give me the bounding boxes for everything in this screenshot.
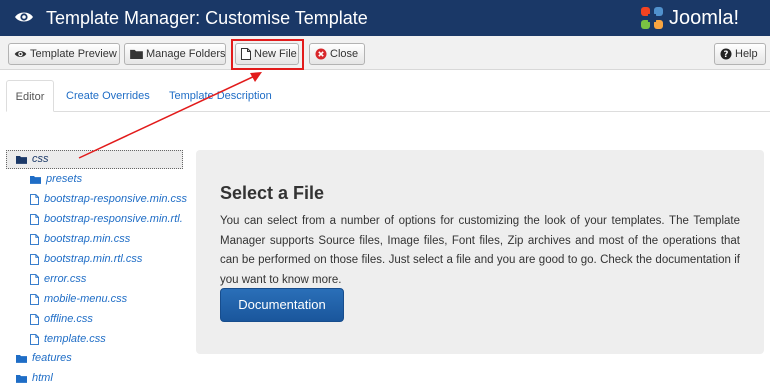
tree-file[interactable]: template.css: [30, 331, 106, 347]
tree-folder-presets[interactable]: presets: [30, 171, 82, 187]
toolbar: Template Preview Manage Folders New File…: [0, 36, 770, 70]
file-icon: [30, 253, 39, 265]
close-circle-icon: [315, 48, 327, 60]
file-icon: [30, 193, 39, 205]
help-button[interactable]: ? Help: [714, 43, 766, 65]
manage-folders-label: Manage Folders: [146, 48, 226, 60]
panel-heading: Select a File: [220, 183, 325, 203]
close-label: Close: [330, 48, 359, 60]
tab-create-overrides[interactable]: Create Overrides: [66, 80, 150, 112]
folder-icon: [16, 155, 27, 164]
brand-name: Joomla!: [669, 7, 740, 29]
header-bar: Template Manager: Customise Template Joo…: [0, 0, 770, 36]
tree-file-label: bootstrap-responsive.min.css: [44, 193, 188, 205]
tab-editor[interactable]: Editor: [6, 80, 54, 112]
file-icon: [30, 333, 39, 345]
select-file-panel: Select a File You can select from a numb…: [196, 150, 764, 354]
tree-file[interactable]: mobile-menu.css: [30, 291, 127, 307]
eye-icon: [14, 51, 27, 57]
file-icon: [30, 213, 39, 225]
file-icon: [30, 233, 39, 245]
tree-file[interactable]: bootstrap.min.rtl.css: [30, 251, 142, 267]
tree-folder-label: css: [32, 153, 49, 165]
page-title: Template Manager: Customise Template: [46, 8, 368, 28]
svg-text:?: ?: [724, 50, 729, 60]
tree-file-label: bootstrap-responsive.min.rtl.css: [44, 213, 183, 225]
joomla-brand[interactable]: Joomla!: [638, 4, 766, 32]
tree-folder-features[interactable]: features: [16, 350, 72, 366]
help-label: Help: [735, 48, 758, 60]
tree-file-label: offline.css: [44, 313, 93, 325]
file-icon: [30, 273, 39, 285]
tree-file-label: bootstrap.min.rtl.css: [44, 253, 143, 265]
file-icon: [30, 313, 39, 325]
tree-file-label: bootstrap.min.css: [44, 233, 131, 245]
tree-folder-label: features: [32, 352, 72, 364]
tree-folder-css[interactable]: css: [16, 151, 49, 167]
annotation-highlight-box: [231, 39, 304, 70]
tree-file[interactable]: bootstrap-responsive.min.rtl.css: [30, 211, 183, 227]
close-button[interactable]: Close: [309, 43, 365, 65]
folder-icon: [16, 354, 27, 363]
question-circle-icon: ?: [720, 48, 732, 60]
folder-icon: [130, 49, 143, 59]
template-preview-button[interactable]: Template Preview: [8, 43, 120, 65]
tree-folder-label: html: [32, 372, 53, 384]
panel-description: You can select from a number of options …: [220, 215, 740, 286]
tab-bar: Editor Create Overrides Template Descrip…: [6, 80, 770, 112]
template-preview-label: Template Preview: [30, 48, 117, 60]
tab-template-description[interactable]: Template Description: [169, 80, 272, 112]
folder-icon: [16, 374, 27, 383]
tree-file-label: mobile-menu.css: [44, 293, 128, 305]
folder-icon: [30, 175, 41, 184]
manage-folders-button[interactable]: Manage Folders: [124, 43, 226, 65]
tree-folder-html[interactable]: html: [16, 370, 53, 386]
joomla-logo-icon: [641, 7, 663, 29]
tree-file[interactable]: error.css: [30, 271, 86, 287]
file-icon: [30, 293, 39, 305]
documentation-button[interactable]: Documentation: [220, 288, 344, 322]
tree-file[interactable]: offline.css: [30, 311, 93, 327]
tree-file-label: error.css: [44, 273, 87, 285]
eye-icon: [15, 12, 33, 22]
tree-file[interactable]: bootstrap.min.css: [30, 231, 130, 247]
tree-file-label: template.css: [44, 333, 106, 345]
tree-folder-label: presets: [46, 173, 83, 185]
tree-file[interactable]: bootstrap-responsive.min.css: [30, 191, 187, 207]
